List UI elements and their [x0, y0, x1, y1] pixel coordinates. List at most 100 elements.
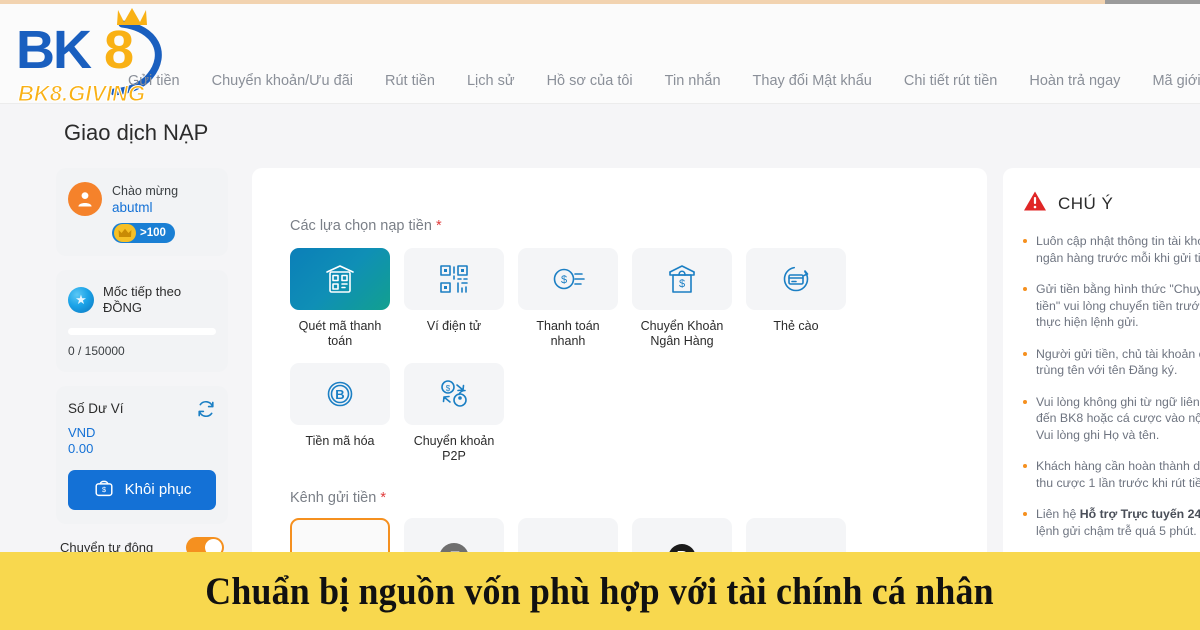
notice-line: Người gửi tiền, chủ tài khoản cần [1036, 346, 1200, 361]
nav-item-lich-su[interactable]: Lịch sử [451, 72, 531, 90]
notice-line: Liên hệ [1036, 507, 1080, 521]
notice-line: Luôn cập nhật thông tin tài khoản [1036, 234, 1200, 248]
bottom-banner: Chuẩn bị nguồn vốn phù hợp với tài chính… [0, 552, 1200, 630]
nav-item-doi-mat-khau[interactable]: Thay đổi Mật khẩu [737, 72, 888, 90]
prepaid-card-icon [746, 248, 846, 310]
nav-item-chi-tiet-rut[interactable]: Chi tiết rút tiền [888, 72, 1014, 90]
vip-badge: >100 [112, 223, 175, 243]
svg-text:$: $ [679, 278, 685, 290]
sidebar: Chào mừng abutml >100 ★ Mốc tiếp theo ĐỒ… [56, 168, 228, 558]
svg-text:BK: BK [16, 20, 92, 80]
site-header: BK 8 BK8.GIVING Gửi tiền Chuyển khoản/Ưu… [0, 4, 1200, 106]
p2p-transfer-icon: $ [404, 363, 504, 425]
wallet-card: Số Dư Ví VND 0.00 $ Khôi phục [56, 385, 228, 524]
refresh-icon[interactable] [196, 399, 216, 419]
wallet-title: Số Dư Ví [68, 401, 124, 416]
deposit-option-label: Ví điện tử [426, 319, 482, 333]
notice-line: trùng tên với tên Đăng ký. [1036, 363, 1178, 377]
notice-line: thu cược 1 lần trước khi rút tiền. [1036, 475, 1200, 490]
notice-line: lệnh gửi chậm trễ quá 5 phút. [1036, 523, 1197, 538]
notice-line: Vui lòng không ghi từ ngữ liên quan [1036, 394, 1200, 409]
fast-payment-icon: $ [518, 248, 618, 310]
nav-item-chuyen-khoan[interactable]: Chuyển khoản/Ưu đãi [196, 72, 369, 90]
greeting-text: Chào mừng [112, 184, 179, 198]
channel-label: Kênh gửi tiền * [290, 490, 949, 506]
notice-line: đến BK8 hoặc cá cược vào nội dung. [1036, 411, 1200, 425]
avatar [68, 182, 102, 216]
bank-icon: $ [632, 248, 732, 310]
deposit-options-label: Các lựa chọn nạp tiền * [290, 218, 949, 234]
notice-item: Luôn cập nhật thông tin tài khoản ngân h… [1023, 233, 1200, 266]
qr-scan-icon [290, 248, 390, 310]
channel-required-asterisk: * [380, 490, 386, 506]
milestone-card: ★ Mốc tiếp theo ĐỒNG 0 / 150000 [56, 269, 228, 372]
milestone-tier: ĐỒNG [103, 299, 142, 315]
deposit-option-label: Thẻ cào [773, 319, 819, 333]
notice-line: ngân hàng trước mỗi khi gửi tiền. [1036, 250, 1200, 265]
bk8-logo[interactable]: BK 8 BK8.GIVING [10, 6, 185, 106]
nav-item-rut-tien[interactable]: Rút tiền [369, 72, 451, 90]
deposit-option-label: Tiền mã hóa [305, 434, 375, 448]
notice-line: Gửi tiền bằng hình thức "Chuyển [1036, 282, 1200, 296]
nav-item-ma-gioi-thieu[interactable]: Mã giới thiệu [1136, 72, 1200, 90]
page-title: Giao dịch NẠP [64, 120, 209, 145]
notice-item: Liên hệ Hỗ trợ Trực tuyến 24/7 nếu lệnh … [1023, 506, 1200, 539]
required-asterisk: * [435, 218, 442, 234]
milestone-progress-bar [68, 327, 216, 335]
main-navigation[interactable]: Gửi tiền Chuyển khoản/Ưu đãi Rút tiền Lị… [128, 72, 1200, 90]
notice-item: Khách hàng cần hoàn thành doanh thu cược… [1023, 458, 1200, 491]
milestone-title: Mốc tiếp theo [103, 283, 182, 299]
deposit-options-label-text: Các lựa chọn nạp tiền [290, 218, 432, 234]
username-text: abutml [112, 200, 153, 215]
bitcoin-icon: B [290, 363, 390, 425]
notice-line: tiền" vui lòng chuyển tiền trước khi [1036, 298, 1200, 313]
deposit-option-label: Thanh toán nhanh [536, 319, 600, 348]
deposit-option-chuyen-khoan-ngan-hang[interactable]: $ Chuyển Khoản Ngân Hàng [632, 248, 732, 349]
nav-item-tin-nhan[interactable]: Tin nhắn [649, 72, 737, 90]
notice-line: thực hiện lệnh gửi. [1036, 315, 1139, 329]
warning-icon [1023, 190, 1047, 217]
vip-level-text: >100 [140, 227, 166, 239]
notice-line: Khách hàng cần hoàn thành doanh [1036, 459, 1200, 473]
nav-item-ho-so[interactable]: Hồ sơ của tôi [531, 72, 649, 90]
deposit-panel: Các lựa chọn nạp tiền * Quét mã thanh to… [252, 168, 987, 574]
svg-text:B: B [335, 387, 344, 402]
notice-item: Người gửi tiền, chủ tài khoản cần trùng … [1023, 346, 1200, 379]
nav-item-hoan-tra[interactable]: Hoàn trả ngay [1013, 72, 1136, 90]
milestone-progress-text: 0 / 150000 [68, 343, 125, 358]
notice-line-bold: Hỗ trợ Trực tuyến 24/7 [1079, 507, 1200, 521]
restore-button-label: Khôi phục [124, 481, 192, 498]
notice-item: Gửi tiền bằng hình thức "Chuyển tiền" vu… [1023, 281, 1200, 331]
deposit-option-label: Chuyển khoản P2P [413, 434, 495, 463]
svg-text:$: $ [102, 485, 106, 494]
deposit-option-chuyen-khoan-p2p[interactable]: $ Chuyển khoản P2P [404, 363, 504, 464]
restore-button[interactable]: $ Khôi phục [68, 469, 216, 510]
notice-item: Vui lòng không ghi từ ngữ liên quan đến … [1023, 394, 1200, 444]
svg-text:8: 8 [104, 20, 134, 80]
notice-list: Luôn cập nhật thông tin tài khoản ngân h… [1023, 233, 1200, 539]
notice-line: Vui lòng ghi Họ và tên. [1036, 427, 1160, 442]
deposit-option-thanh-toan-nhanh[interactable]: $ Thanh toán nhanh [518, 248, 618, 349]
wallet-restore-icon: $ [93, 477, 115, 503]
channel-label-text: Kênh gửi tiền [290, 490, 377, 506]
deposit-option-label: Quét mã thanh toán [298, 319, 382, 348]
notice-panel: CHÚ Ý Luôn cập nhật thông tin tài khoản … [1003, 168, 1200, 572]
svg-text:$: $ [446, 384, 451, 393]
banner-text: Chuẩn bị nguồn vốn phù hợp với tài chính… [205, 569, 995, 613]
deposit-option-label: Chuyển Khoản Ngân Hàng [640, 319, 724, 348]
deposit-options-grid: Quét mã thanh toán Ví điện tử $ Thanh to… [290, 248, 949, 464]
logo-subtext: BK8.GIVING [18, 81, 145, 106]
deposit-option-tien-ma-hoa[interactable]: B Tiền mã hóa [290, 363, 390, 464]
wallet-amount: 0.00 [68, 440, 94, 456]
wallet-currency: VND [68, 424, 96, 440]
deposit-option-vi-dien-tu[interactable]: Ví điện tử [404, 248, 504, 349]
qr-code-icon [404, 248, 504, 310]
globe-icon: ★ [68, 286, 94, 313]
deposit-option-the-cao[interactable]: Thẻ cào [746, 248, 846, 349]
user-card: Chào mừng abutml >100 [56, 168, 228, 256]
nav-item-gui-tien[interactable]: Gửi tiền [128, 72, 196, 90]
deposit-option-quet-ma-thanh-toan[interactable]: Quét mã thanh toán [290, 248, 390, 349]
crown-icon [114, 224, 136, 242]
notice-title: CHÚ Ý [1058, 193, 1114, 213]
svg-text:$: $ [561, 274, 567, 286]
